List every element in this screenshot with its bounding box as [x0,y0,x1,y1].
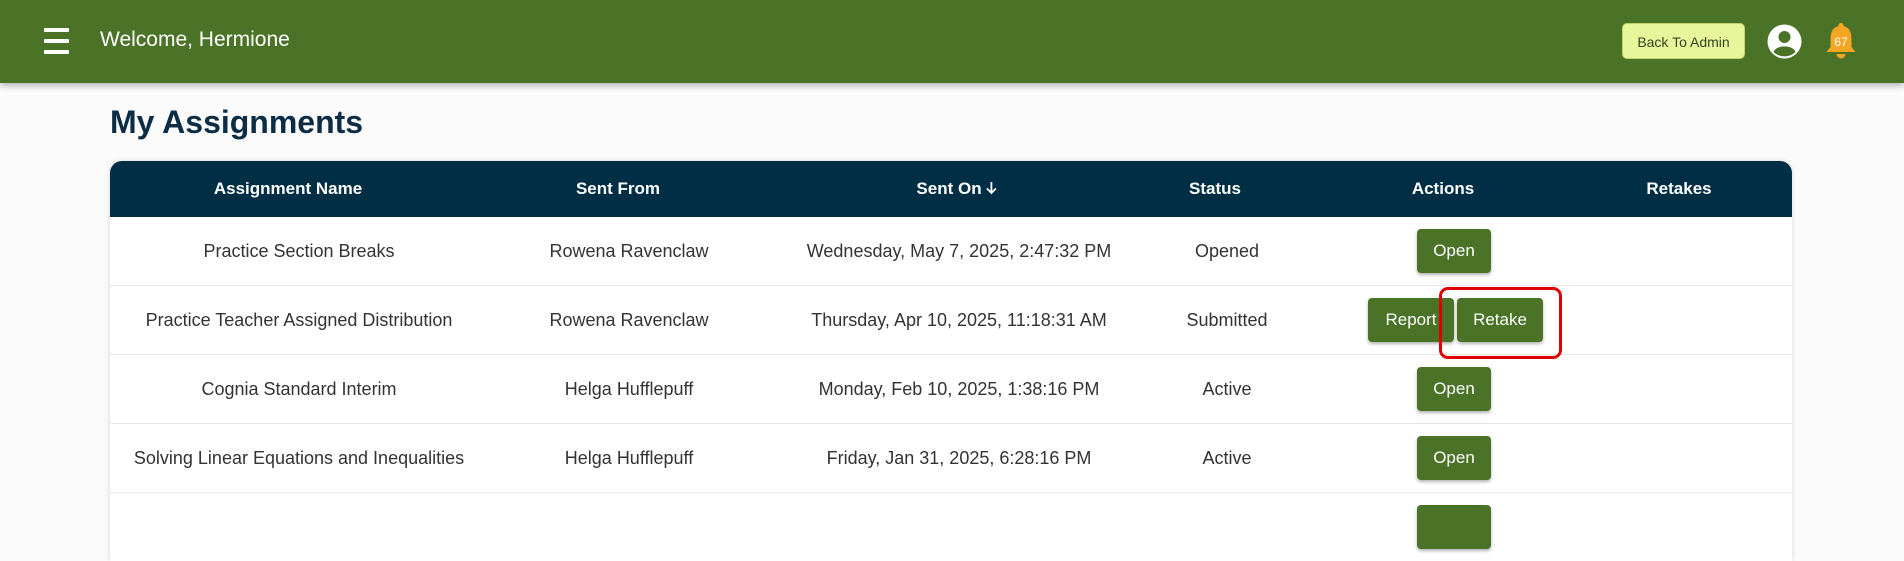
table-row: Solving Linear Equations and Inequalitie… [110,424,1792,493]
welcome-text: Welcome, Hermione [100,28,290,51]
table-row: Practice Section Breaks Rowena Ravenclaw… [110,217,1792,286]
sent-from: Rowena Ravenclaw [549,310,709,330]
sent-on: Friday, Jan 31, 2025, 6:28:16 PM [826,448,1092,468]
status: Submitted [1186,310,1268,330]
top-bar: Welcome, Hermione Back To Admin 67 [0,0,1904,83]
open-button[interactable]: Open [1417,229,1491,273]
assignment-name: Cognia Standard Interim [201,379,397,399]
notification-bell-icon[interactable]: 67 [1824,22,1858,60]
table-row: Cognia Standard Interim Helga Hufflepuff… [110,355,1792,424]
retake-button[interactable]: Retake [1457,298,1543,342]
assignment-name: Practice Teacher Assigned Distribution [145,310,453,330]
table-header: Assignment Name Sent From Sent On Status… [110,161,1792,217]
column-header-actions: Actions [1411,179,1475,198]
column-header-assignment-name[interactable]: Assignment Name [214,161,362,217]
hamburger-menu-icon[interactable] [44,28,69,54]
column-header-retakes: Retakes [1646,179,1712,198]
column-header-sent-on[interactable]: Sent On [916,161,997,217]
status: Active [1202,448,1252,468]
sent-on: Monday, Feb 10, 2025, 1:38:16 PM [818,379,1100,399]
assignments-table: Assignment Name Sent From Sent On Status… [110,161,1792,561]
open-button[interactable]: Open [1417,367,1491,411]
notification-count: 67 [1834,35,1848,49]
status: Opened [1194,241,1260,261]
column-header-sent-from[interactable]: Sent From [576,161,660,217]
open-button[interactable]: Open [1417,436,1491,480]
assignment-name: Solving Linear Equations and Inequalitie… [133,448,465,468]
report-button[interactable]: Report [1368,298,1454,342]
page-title: My Assignments [110,104,364,140]
open-button[interactable] [1417,505,1491,549]
sort-descending-icon [986,162,998,195]
sent-from: Helga Hufflepuff [564,448,694,468]
column-header-status[interactable]: Status [1189,161,1241,217]
sent-from: Helga Hufflepuff [564,379,694,399]
sent-on: Thursday, Apr 10, 2025, 11:18:31 AM [811,310,1107,330]
assignment-name: Practice Section Breaks [203,241,395,261]
sent-from: Rowena Ravenclaw [549,241,709,261]
table-row [110,493,1792,561]
table-row: Practice Teacher Assigned Distribution R… [110,286,1792,355]
user-account-icon[interactable] [1766,23,1803,60]
sent-on: Wednesday, May 7, 2025, 2:47:32 PM [806,241,1112,261]
back-to-admin-button[interactable]: Back To Admin [1622,23,1745,59]
status: Active [1202,379,1252,399]
